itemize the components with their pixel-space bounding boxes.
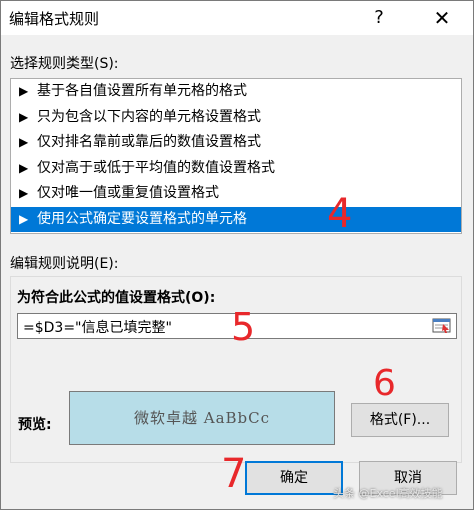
step-7-annotation: 7: [221, 451, 247, 497]
preview-label: 预览:: [18, 417, 52, 433]
dialog-title: 编辑格式规则: [9, 10, 100, 28]
rule-type-label: 仅对排名靠前或靠后的数值设置格式: [37, 134, 261, 150]
format-button[interactable]: 格式(F)...: [351, 403, 449, 437]
formula-value: =$D3="信息已填完整": [23, 320, 172, 336]
step-5-annotation: 5: [231, 305, 256, 349]
rule-type-label: 仅对唯一值或重复值设置格式: [37, 185, 219, 201]
rule-type-item[interactable]: ▶ 仅对唯一值或重复值设置格式: [11, 181, 461, 207]
triangle-arrow-icon: ▶: [19, 135, 29, 149]
ok-button[interactable]: 确定: [245, 461, 343, 495]
rule-type-label: 只为包含以下内容的单元格设置格式: [37, 108, 261, 125]
rule-type-section-label: 选择规则类型(S):: [10, 56, 119, 72]
step-4-annotation: 4: [327, 191, 353, 237]
range-selector-icon[interactable]: [431, 316, 453, 336]
rule-type-item[interactable]: ▶ 只为包含以下内容的单元格设置格式: [11, 105, 461, 131]
triangle-arrow-icon: ▶: [19, 160, 29, 175]
formula-label: 为符合此公式的值设置格式(O):: [17, 290, 216, 306]
rule-type-label: 仅对高于或低于平均值的数值设置格式: [37, 159, 275, 176]
rule-type-item-selected[interactable]: ▶ 使用公式确定要设置格式的单元格: [11, 206, 461, 232]
close-button[interactable]: ✕: [425, 5, 459, 31]
triangle-arrow-icon: ▶: [19, 109, 29, 124]
rule-type-item[interactable]: ▶ 仅对排名靠前或靠后的数值设置格式: [11, 130, 461, 156]
title-bar: 编辑格式规则 ? ✕: [1, 1, 473, 35]
help-button[interactable]: ?: [365, 5, 393, 31]
triangle-arrow-icon: ▶: [19, 84, 29, 98]
triangle-arrow-icon: ▶: [19, 211, 29, 226]
edit-formatting-rule-dialog: 编辑格式规则 ? ✕ 选择规则类型(S): ▶ 基于各自值设置所有单元格的格式 ▶…: [0, 0, 474, 510]
triangle-arrow-icon: ▶: [19, 186, 29, 200]
step-6-annotation: 6: [373, 363, 396, 404]
description-section-label: 编辑规则说明(E):: [10, 256, 119, 272]
rule-type-label: 基于各自值设置所有单元格的格式: [37, 83, 247, 99]
rule-type-item[interactable]: ▶ 仅对高于或低于平均值的数值设置格式: [11, 156, 461, 182]
rule-type-item[interactable]: ▶ 基于各自值设置所有单元格的格式: [11, 79, 461, 105]
rule-type-label: 使用公式确定要设置格式的单元格: [37, 210, 247, 227]
rule-type-list[interactable]: ▶ 基于各自值设置所有单元格的格式 ▶ 只为包含以下内容的单元格设置格式 ▶ 仅对排名…: [10, 78, 462, 234]
preview-sample: 微软卓越 AaBbCc: [69, 391, 335, 445]
watermark: 头条 @Excel高效技能: [333, 487, 443, 500]
